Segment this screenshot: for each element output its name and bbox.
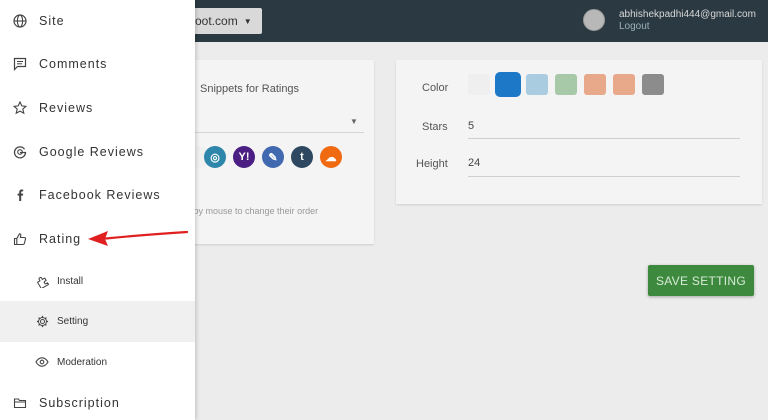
color-label: Color	[422, 82, 449, 94]
eye-icon	[35, 355, 49, 369]
logout-link[interactable]: Logout	[619, 21, 650, 32]
sidebar-subitem-label: Setting	[57, 316, 89, 327]
gear-icon	[35, 315, 49, 329]
sidebar-item-label: Comments	[39, 57, 108, 71]
globe-icon	[12, 13, 28, 29]
color-swatch[interactable]	[468, 74, 490, 95]
color-swatch[interactable]	[526, 74, 548, 95]
sidebar-item-label: Google Reviews	[39, 145, 145, 159]
avatar[interactable]	[583, 9, 605, 31]
sidebar-item-subscription[interactable]: Subscription	[0, 392, 195, 414]
sidebar-item-label: Facebook Reviews	[39, 188, 161, 202]
sidebar-subitem-label: Install	[57, 275, 84, 287]
stars-input[interactable]: 5	[468, 120, 474, 132]
stars-label: Stars	[422, 121, 448, 133]
color-swatch[interactable]	[497, 74, 519, 95]
settings-card: Color Stars 5 Height 24	[396, 60, 762, 204]
height-label: Height	[416, 158, 448, 170]
sidebar-item-label: Reviews	[39, 101, 94, 115]
sidebar-item-label: Subscription	[39, 396, 120, 410]
sidebar: Site Comments Reviews Google Reviews Fac…	[0, 0, 195, 420]
instagram-icon[interactable]: ◎	[204, 146, 226, 168]
site-selector-value: oot.com	[195, 14, 238, 28]
arrow-annotation-icon	[88, 230, 189, 246]
save-setting-button[interactable]: SAVE SETTING	[648, 265, 754, 296]
star-icon	[12, 100, 28, 116]
snippets-card-title: Snippets for Ratings	[200, 83, 300, 95]
color-swatch[interactable]	[555, 74, 577, 95]
stars-underline	[468, 138, 740, 139]
dropdown-underline	[190, 132, 364, 133]
soundcloud-icon[interactable]: ☁	[320, 146, 342, 168]
puzzle-icon	[35, 274, 49, 288]
caret-down-icon: ▼	[243, 16, 252, 26]
user-email: abhishekpadhi444@gmail.com	[619, 9, 756, 20]
thumbs-up-icon	[12, 231, 28, 247]
sidebar-subitem-label: Moderation	[57, 356, 108, 368]
sidebar-item-site[interactable]: Site	[0, 10, 195, 32]
sidebar-item-facebook-reviews[interactable]: Facebook Reviews	[0, 184, 195, 206]
snippets-card: Snippets for Ratings ▼ ◎ Y! ✎ t ☁ d by m…	[180, 60, 374, 244]
site-selector[interactable]: oot.com ▼	[185, 8, 262, 34]
yahoo-icon[interactable]: Y!	[233, 146, 255, 168]
sidebar-item-google-reviews[interactable]: Google Reviews	[0, 141, 195, 163]
color-swatch[interactable]	[642, 74, 664, 95]
sidebar-subitem-setting[interactable]: Setting	[0, 301, 195, 342]
color-swatch[interactable]	[613, 74, 635, 95]
comment-icon	[12, 56, 28, 72]
tumblr-icon[interactable]: t	[291, 146, 313, 168]
sidebar-item-label: Site	[39, 14, 65, 28]
folder-icon	[12, 395, 28, 411]
sidebar-item-comments[interactable]: Comments	[0, 53, 195, 75]
drag-hint: d by mouse to change their order	[186, 206, 319, 216]
height-input[interactable]: 24	[468, 157, 480, 169]
sidebar-item-label: Rating	[39, 232, 82, 246]
caret-down-icon[interactable]: ▼	[350, 117, 358, 126]
google-icon	[12, 144, 28, 160]
facebook-icon	[12, 187, 28, 203]
sidebar-item-reviews[interactable]: Reviews	[0, 97, 195, 119]
sidebar-subitem-moderation[interactable]: Moderation	[0, 342, 195, 382]
sidebar-subitem-install[interactable]: Install	[0, 261, 195, 301]
color-swatch[interactable]	[584, 74, 606, 95]
paperclip-icon[interactable]: ✎	[262, 146, 284, 168]
height-underline	[468, 176, 740, 177]
